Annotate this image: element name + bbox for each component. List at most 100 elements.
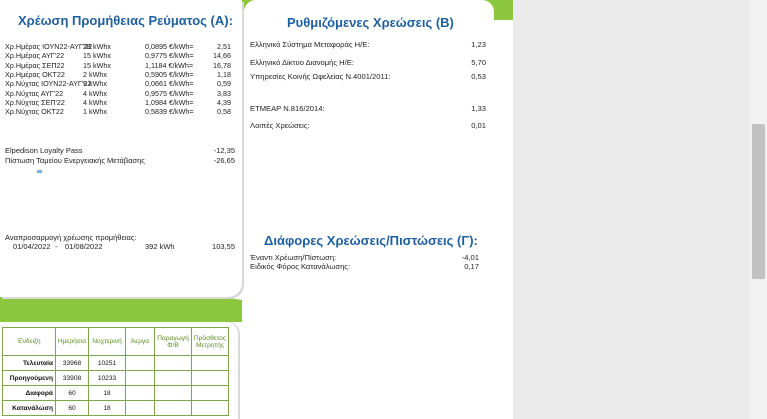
table-row: Κατανάλωση 60 18 (2, 400, 229, 416)
row-qty: 15 kWhx (83, 51, 111, 61)
empty-cell (154, 400, 192, 416)
row-amount: 2,51 (217, 42, 231, 51)
row-price: 1,0984 €/kWh= (145, 97, 194, 107)
scrollbar-thumb[interactable] (752, 124, 765, 279)
day-value: 33908 (55, 370, 89, 386)
row-amount: 0,58 (217, 107, 231, 117)
empty-cell (125, 400, 155, 416)
row-amount: 0,59 (217, 79, 231, 89)
table-row: Προηγούμενη 33908 10233 (2, 370, 229, 386)
section-b-row: Ελληνικό Δίκτυο Διανομής Η/Ε: 5,70 (250, 58, 486, 68)
meter-header-row: Ένδειξη Ημερήσια Νυχτερινή Άεργα Παραγωγ… (2, 327, 229, 356)
row-label: Χρ.Ημέρας ΑΥΓ'22 (5, 51, 65, 61)
empty-cell (154, 355, 192, 371)
row-amount: 1,18 (217, 69, 231, 79)
bill-page: Χρέωση Προμήθειας Ρεύματος (Α): Χρ.Ημέρα… (0, 0, 513, 419)
row-value: 0,53 (471, 72, 486, 81)
row-label: Χρ.Νύχτας ΟΚΤ22 (5, 107, 64, 117)
empty-cell (125, 355, 155, 371)
row-value: 5,70 (471, 58, 486, 67)
row-qty: 28 kWhx (83, 42, 111, 51)
readjust-to: 01/08/2022 (65, 242, 103, 251)
charge-row: Χρ.Ημέρας ΑΥΓ'22 15 kWhx 0,9775 €/kWh= 14,6… (5, 51, 237, 60)
row-amount: 4,39 (217, 97, 231, 107)
row-qty: 15 kWhx (83, 60, 111, 70)
row-label: Προηγούμενη (2, 370, 56, 386)
row-amount: 16,78 (213, 60, 231, 70)
row-label: Τελευταία (2, 355, 56, 371)
readjust-label: Αναπροσαρμογή χρέωσης προμήθειας: (5, 233, 137, 242)
row-label: Ελληνικό Σύστημα Μεταφοράς Η/Ε: (250, 40, 370, 49)
empty-cell (125, 370, 155, 386)
charge-row: Χρ.Νύχτας ΟΚΤ22 1 kWhx 0,5839 €/kWh= 0,58 (5, 107, 237, 116)
row-price: 1,1184 €/kWh= (145, 60, 194, 70)
section-b-row: Λοιπές Χρεώσεις: 0,01 (250, 121, 486, 131)
row-price: 0,9575 €/kWh= (145, 88, 194, 98)
row-value: 0,17 (464, 262, 479, 271)
row-qty: 1 kWhx (83, 107, 107, 117)
readjust-dash: - (55, 242, 58, 251)
header-indication: Ένδειξη (2, 327, 56, 356)
row-label: Υπηρεσίες Κοινής Ωφελείας Ν.4001/2011: (250, 72, 391, 81)
fund-value: -26,65 (213, 156, 235, 165)
row-label: Κατανάλωση (2, 400, 56, 416)
empty-cell (191, 355, 229, 371)
row-price: 0,9775 €/kWh= (145, 51, 194, 61)
row-label: Χρ.Νύχτας ΙΟΥΝ22-ΑΥΓ'22 (5, 79, 92, 89)
table-row: Τελευταία 33968 10251 (2, 355, 229, 371)
header-reactive: Άεργα (125, 327, 155, 356)
day-value: 60 (55, 400, 89, 416)
meter-readings-table: Ένδειξη Ημερήσια Νυχτερινή Άεργα Παραγωγ… (2, 327, 229, 416)
row-label: Χρ.Νύχτας ΣΕΠ'22 (5, 97, 65, 107)
charge-row: Χρ.Ημέρας ΟΚΤ22 2 kWhx 0,5905 €/kWh= 1,18 (5, 70, 237, 79)
row-amount: 3,83 (217, 88, 231, 98)
row-label: Χρ.Ημέρας ΣΕΠ22 (5, 60, 65, 70)
row-value: 1,33 (471, 104, 486, 113)
section-c-title: Διάφορες Χρεώσεις/Πιστώσεις (Γ): (264, 233, 478, 248)
row-label: Διαφορά (2, 385, 56, 401)
section-b-row: ΕΤΜΕΑΡ Ν.816/2014: 1,33 (250, 104, 486, 114)
row-price: 0,5905 €/kWh= (145, 69, 194, 79)
header-pv-production: Παραγωγή Φ/Β (154, 327, 192, 356)
section-b-title: Ρυθμιζόμενες Χρεώσεις (Β) (287, 15, 454, 30)
table-row: Διαφορά 60 18 (2, 385, 229, 401)
empty-cell (191, 400, 229, 416)
night-value: 10251 (88, 355, 126, 371)
row-value: -4,01 (461, 253, 479, 262)
row-price: 0,5839 €/kWh= (145, 107, 194, 117)
header-day: Ημερήσια (55, 327, 89, 356)
header-night: Νυχτερινή (88, 327, 126, 356)
night-value: 18 (88, 400, 126, 416)
day-value: 33968 (55, 355, 89, 371)
empty-cell (191, 370, 229, 386)
row-label: Λοιπές Χρεώσεις: (250, 121, 310, 130)
row-value: 0,01 (471, 121, 486, 130)
charge-row: Χρ.Νύχτας ΑΥΓ'22 4 kWhx 0,9575 €/kWh= 3,83 (5, 89, 237, 98)
section-a-title: Χρέωση Προμήθειας Ρεύματος (Α): (18, 13, 233, 28)
row-qty: 9 kWhx (83, 79, 107, 89)
night-value: 18 (88, 385, 126, 401)
loyalty-value: -12,35 (213, 146, 235, 155)
night-value: 10233 (88, 370, 126, 386)
charge-row: Χρ.Νύχτας ΣΕΠ'22 4 kWhx 1,0984 €/kWh= 4,39 (5, 98, 237, 107)
row-qty: 4 kWhx (83, 88, 107, 98)
charge-row: Χρ.Ημέρας ΣΕΠ22 15 kWhx 1,1184 €/kWh= 16,78 (5, 61, 237, 70)
row-label: Ειδικός Φόρος Κατανάλωσης: (250, 262, 351, 271)
section-b-row: Ελληνικό Σύστημα Μεταφοράς Η/Ε: 1,23 (250, 40, 486, 50)
section-b-row: Υπηρεσίες Κοινής Ωφελείας Ν.4001/2011: 0,… (250, 72, 486, 82)
empty-cell (154, 385, 192, 401)
loyalty-label: Elpedison Loyalty Pass (5, 146, 83, 155)
row-label: Χρ.Ημέρας ΟΚΤ22 (5, 69, 65, 79)
row-price: 0,0661 €/kWh= (145, 79, 194, 89)
row-price: 0,0895 €/kWh= (145, 42, 194, 51)
section-c-row: Ειδικός Φόρος Κατανάλωσης: 0,17 (250, 262, 479, 272)
empty-cell (191, 385, 229, 401)
empty-cell (125, 385, 155, 401)
row-amount: 14,66 (213, 51, 231, 61)
header-extra-meter: Πρόσθετος Μετρητής (191, 327, 229, 356)
row-label: Χρ.Νύχτας ΑΥΓ'22 (5, 88, 64, 98)
day-value: 60 (55, 385, 89, 401)
row-value: 1,23 (471, 40, 486, 49)
fund-label: Πίστωση Ταμείου Ενεργειακής Μετάβασης (5, 156, 145, 165)
row-label: Χρ.Ημέρας ΙΟΥΝ22-ΑΥΓ'22 (5, 42, 93, 51)
